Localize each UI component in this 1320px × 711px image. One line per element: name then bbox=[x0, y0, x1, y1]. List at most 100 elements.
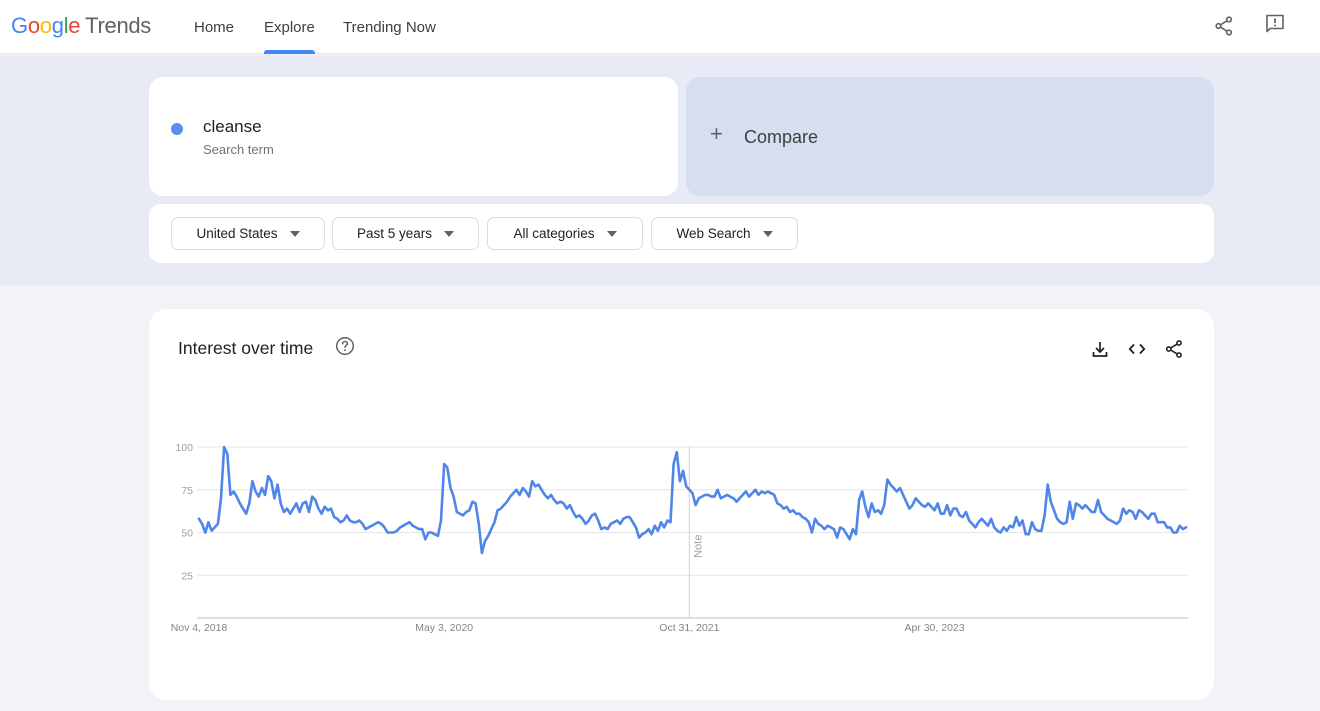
data-point[interactable] bbox=[653, 524, 657, 528]
data-point[interactable] bbox=[999, 531, 1003, 535]
data-point[interactable] bbox=[254, 490, 258, 494]
data-point[interactable] bbox=[244, 512, 248, 516]
data-point[interactable] bbox=[863, 505, 867, 509]
data-point[interactable] bbox=[1143, 513, 1147, 517]
data-point[interactable] bbox=[1011, 525, 1015, 529]
data-point[interactable] bbox=[197, 517, 201, 521]
data-point[interactable] bbox=[813, 517, 817, 521]
data-point[interactable] bbox=[502, 503, 506, 507]
data-point[interactable] bbox=[989, 517, 993, 521]
data-point[interactable] bbox=[1030, 520, 1034, 524]
data-point[interactable] bbox=[279, 501, 283, 505]
data-point[interactable] bbox=[200, 522, 204, 526]
data-point[interactable] bbox=[911, 503, 915, 507]
data-point[interactable] bbox=[929, 505, 933, 509]
data-point[interactable] bbox=[1021, 519, 1025, 523]
data-point[interactable] bbox=[291, 507, 295, 511]
data-point[interactable] bbox=[1017, 524, 1021, 528]
data-point[interactable] bbox=[631, 520, 635, 524]
data-point[interactable] bbox=[678, 479, 682, 483]
data-point[interactable] bbox=[445, 466, 449, 470]
data-point[interactable] bbox=[1027, 532, 1031, 536]
data-point[interactable] bbox=[508, 495, 512, 499]
data-point[interactable] bbox=[845, 532, 849, 536]
nav-home[interactable]: Home bbox=[194, 0, 234, 54]
data-point[interactable] bbox=[672, 462, 676, 466]
data-point[interactable] bbox=[841, 527, 845, 531]
data-point[interactable] bbox=[659, 520, 663, 524]
data-point[interactable] bbox=[1134, 517, 1138, 521]
data-point[interactable] bbox=[228, 493, 232, 497]
data-point[interactable] bbox=[643, 531, 647, 535]
data-point[interactable] bbox=[581, 517, 585, 521]
data-point[interactable] bbox=[524, 490, 528, 494]
data-point[interactable] bbox=[477, 522, 481, 526]
nav-explore[interactable]: Explore bbox=[264, 0, 315, 54]
data-point[interactable] bbox=[819, 524, 823, 528]
compare-button[interactable]: + Compare bbox=[686, 77, 1214, 196]
data-point[interactable] bbox=[486, 534, 490, 538]
data-point[interactable] bbox=[684, 484, 688, 488]
data-point[interactable] bbox=[747, 495, 751, 499]
data-point[interactable] bbox=[870, 501, 874, 505]
data-point[interactable] bbox=[741, 493, 745, 497]
data-point[interactable] bbox=[232, 490, 236, 494]
data-point[interactable] bbox=[235, 495, 239, 499]
data-point[interactable] bbox=[225, 452, 229, 456]
data-point[interactable] bbox=[436, 534, 440, 538]
data-point[interactable] bbox=[272, 496, 276, 500]
data-point[interactable] bbox=[505, 500, 509, 504]
data-point[interactable] bbox=[203, 531, 207, 535]
data-point[interactable] bbox=[584, 522, 588, 526]
data-point[interactable] bbox=[587, 519, 591, 523]
data-point[interactable] bbox=[1175, 531, 1179, 535]
data-point[interactable] bbox=[316, 507, 320, 511]
data-point[interactable] bbox=[247, 501, 251, 505]
data-point[interactable] bbox=[361, 522, 365, 526]
data-point[interactable] bbox=[288, 512, 292, 516]
data-point[interactable] bbox=[1153, 512, 1157, 516]
data-point[interactable] bbox=[452, 495, 456, 499]
data-point[interactable] bbox=[606, 527, 610, 531]
data-point[interactable] bbox=[753, 488, 757, 492]
search-type-dropdown[interactable]: Web Search bbox=[651, 217, 798, 250]
data-point[interactable] bbox=[1093, 510, 1097, 514]
data-point[interactable] bbox=[213, 525, 217, 529]
data-point[interactable] bbox=[552, 498, 556, 502]
data-point[interactable] bbox=[439, 519, 443, 523]
data-point[interactable] bbox=[1131, 510, 1135, 514]
data-point[interactable] bbox=[1065, 520, 1069, 524]
data-point[interactable] bbox=[904, 500, 908, 504]
data-point[interactable] bbox=[983, 520, 987, 524]
data-point[interactable] bbox=[618, 522, 622, 526]
data-point[interactable] bbox=[1118, 519, 1122, 523]
data-point[interactable] bbox=[549, 493, 553, 497]
data-point[interactable] bbox=[342, 519, 346, 523]
feedback-icon[interactable] bbox=[1263, 12, 1287, 36]
data-point[interactable] bbox=[807, 520, 811, 524]
data-point[interactable] bbox=[294, 501, 298, 505]
data-point[interactable] bbox=[804, 517, 808, 521]
data-point[interactable] bbox=[527, 495, 531, 499]
data-point[interactable] bbox=[779, 503, 783, 507]
data-point[interactable] bbox=[310, 495, 314, 499]
data-point[interactable] bbox=[647, 527, 651, 531]
data-point[interactable] bbox=[901, 493, 905, 497]
data-point[interactable] bbox=[593, 512, 597, 516]
data-point[interactable] bbox=[206, 520, 210, 524]
data-point[interactable] bbox=[511, 491, 515, 495]
data-point[interactable] bbox=[977, 520, 981, 524]
data-point[interactable] bbox=[992, 525, 996, 529]
data-point[interactable] bbox=[276, 483, 280, 487]
data-point[interactable] bbox=[964, 510, 968, 514]
data-point[interactable] bbox=[1140, 510, 1144, 514]
data-point[interactable] bbox=[854, 532, 858, 536]
data-point[interactable] bbox=[1080, 507, 1084, 511]
data-point[interactable] bbox=[282, 510, 286, 514]
data-point[interactable] bbox=[210, 529, 214, 533]
data-point[interactable] bbox=[917, 500, 921, 504]
data-point[interactable] bbox=[323, 505, 327, 509]
data-point[interactable] bbox=[257, 495, 261, 499]
data-point[interactable] bbox=[499, 507, 503, 511]
data-point[interactable] bbox=[489, 527, 493, 531]
